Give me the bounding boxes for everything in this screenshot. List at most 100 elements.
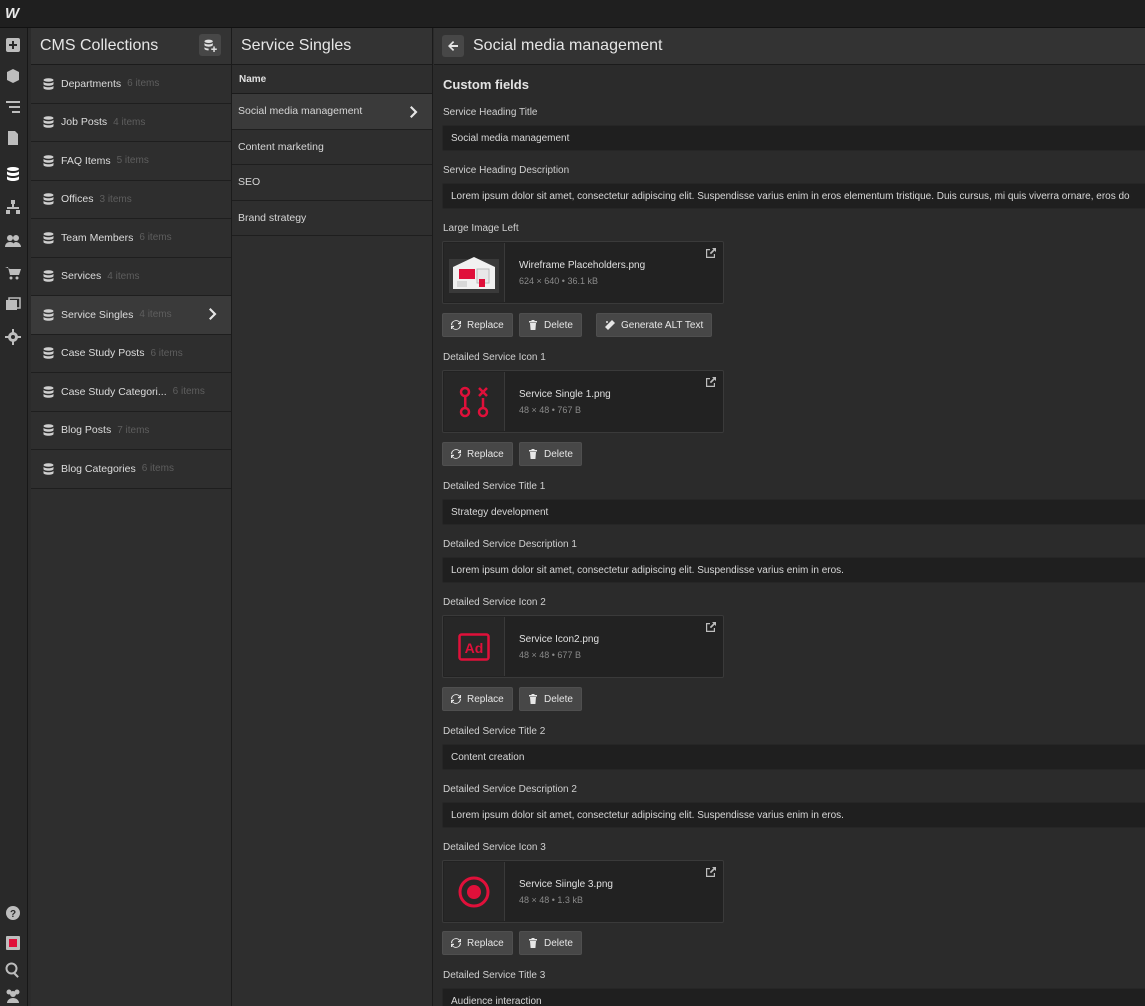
add-collection-button[interactable] (199, 34, 221, 56)
item-row[interactable]: Brand strategy (232, 201, 432, 236)
open-external-icon[interactable] (706, 377, 716, 387)
wireframe-image-icon (449, 256, 499, 293)
collection-item[interactable]: Case Study Posts 6 items (31, 335, 231, 373)
description2-input[interactable]: Lorem ipsum dolor sit amet, consectetur … (442, 802, 1145, 828)
heading-title-label: Service Heading Title (443, 107, 538, 118)
title1-label: Detailed Service Title 1 (443, 481, 546, 492)
chevron-right-icon (209, 308, 217, 320)
delete-icon2-button[interactable]: Delete (519, 687, 582, 711)
description1-input[interactable]: Lorem ipsum dolor sit amet, consectetur … (442, 557, 1145, 583)
ecommerce-icon[interactable] (4, 264, 22, 282)
collection-name: Departments (61, 77, 122, 90)
collection-name: Blog Categories (61, 462, 136, 475)
database-icon (43, 308, 54, 321)
database-icon (43, 347, 54, 360)
heading-description-input[interactable]: Lorem ipsum dolor sit amet, consectetur … (442, 183, 1145, 209)
replace-large-image-button[interactable]: Replace (442, 313, 513, 337)
title1-input[interactable]: Strategy development (442, 499, 1145, 525)
collaborators-icon[interactable] (4, 986, 22, 1004)
delete-icon3-button[interactable]: Delete (519, 931, 582, 955)
item-name: SEO (238, 176, 261, 189)
title3-input[interactable]: Audience interaction (442, 988, 1145, 1006)
navigator-icon[interactable] (4, 98, 22, 116)
title2-label: Detailed Service Title 2 (443, 726, 546, 737)
trash-icon (529, 449, 537, 459)
collection-name: Case Study Categori... (61, 385, 167, 398)
icon3-card[interactable]: Service Siingle 3.png 48 × 48 • 1.3 kB (442, 860, 724, 923)
collection-count: 5 items (116, 155, 149, 167)
database-icon (43, 385, 54, 398)
collection-items-panel: Service Singles Name Social media manage… (232, 28, 433, 1006)
icon1-card[interactable]: Service Single 1.png 48 × 48 • 767 B (442, 370, 724, 433)
database-icon (43, 424, 54, 437)
users-icon[interactable] (4, 232, 22, 250)
back-button[interactable] (442, 35, 464, 57)
collection-count: 6 items (127, 78, 160, 90)
settings-icon[interactable] (4, 328, 22, 346)
collection-item[interactable]: Services 4 items (31, 258, 231, 296)
description1-label: Detailed Service Description 1 (443, 539, 577, 550)
open-external-icon[interactable] (706, 248, 716, 258)
icon2-name: Service Icon2.png (519, 634, 600, 645)
name-column-header[interactable]: Name (232, 65, 432, 94)
collection-item[interactable]: Team Members 6 items (31, 219, 231, 258)
database-icon (43, 154, 54, 167)
left-toolbar: ? (0, 28, 28, 1006)
logic-icon[interactable] (4, 198, 22, 216)
collection-item[interactable]: FAQ Items 5 items (31, 142, 231, 181)
collection-item[interactable]: Job Posts 4 items (31, 104, 231, 142)
heading-description-label: Service Heading Description (443, 165, 570, 176)
target-icon (458, 876, 490, 907)
description2-label: Detailed Service Description 2 (443, 784, 577, 795)
database-icon (43, 193, 54, 206)
editor-header: Social media management (434, 28, 1145, 65)
icon1-name: Service Single 1.png (519, 389, 611, 400)
generate-alt-text-button[interactable]: Generate ALT Text (596, 313, 713, 337)
refresh-icon (451, 320, 461, 330)
collection-count: 7 items (117, 424, 150, 436)
open-external-icon[interactable] (706, 622, 716, 632)
open-external-icon[interactable] (706, 867, 716, 877)
large-image-card[interactable]: Wireframe Placeholders.png 624 × 640 • 3… (442, 241, 724, 304)
ad-icon: Ad (458, 632, 490, 661)
icon1-label: Detailed Service Icon 1 (443, 352, 546, 363)
collection-item[interactable]: Departments 6 items (31, 65, 231, 104)
search-icon[interactable] (4, 961, 22, 979)
collection-count: 6 items (141, 463, 174, 475)
heading-title-input[interactable]: Social media management (442, 125, 1145, 151)
refresh-icon (451, 694, 461, 704)
help-icon[interactable]: ? (4, 904, 22, 922)
replace-icon3-button[interactable]: Replace (442, 931, 513, 955)
chevron-right-icon (410, 106, 418, 118)
collection-item[interactable]: Case Study Categori... 6 items (31, 373, 231, 412)
webflow-logo[interactable]: W (5, 5, 21, 22)
collection-count: 6 items (139, 232, 172, 244)
collection-item[interactable]: Blog Categories 6 items (31, 450, 231, 489)
collection-item[interactable]: Service Singles 4 items (31, 296, 231, 335)
item-row[interactable]: Content marketing (232, 130, 432, 165)
collection-count: 4 items (139, 309, 172, 321)
icon2-card[interactable]: Ad Service Icon2.png 48 × 48 • 677 B (442, 615, 724, 678)
pages-icon[interactable] (4, 129, 22, 147)
replace-icon1-button[interactable]: Replace (442, 442, 513, 466)
collection-item[interactable]: Blog Posts 7 items (31, 412, 231, 450)
cms-icon[interactable] (4, 165, 22, 183)
add-collection-icon (203, 39, 217, 52)
title2-input[interactable]: Content creation (442, 744, 1145, 770)
item-row[interactable]: Social media management (232, 94, 432, 130)
delete-icon1-button[interactable]: Delete (519, 442, 582, 466)
collection-item[interactable]: Offices 3 items (31, 181, 231, 219)
items-list: Social media management Content marketing… (232, 94, 432, 236)
replace-icon2-button[interactable]: Replace (442, 687, 513, 711)
magic-wand-icon (605, 320, 615, 330)
box-icon[interactable] (4, 67, 22, 85)
icon2-label: Detailed Service Icon 2 (443, 597, 546, 608)
record-icon[interactable] (4, 934, 22, 952)
add-icon[interactable] (4, 36, 22, 54)
delete-large-image-button[interactable]: Delete (519, 313, 582, 337)
collection-name: Team Members (61, 231, 134, 244)
assets-icon[interactable] (4, 296, 22, 314)
item-row[interactable]: SEO (232, 165, 432, 201)
collection-name: Blog Posts (61, 424, 112, 437)
trash-icon (529, 694, 537, 704)
